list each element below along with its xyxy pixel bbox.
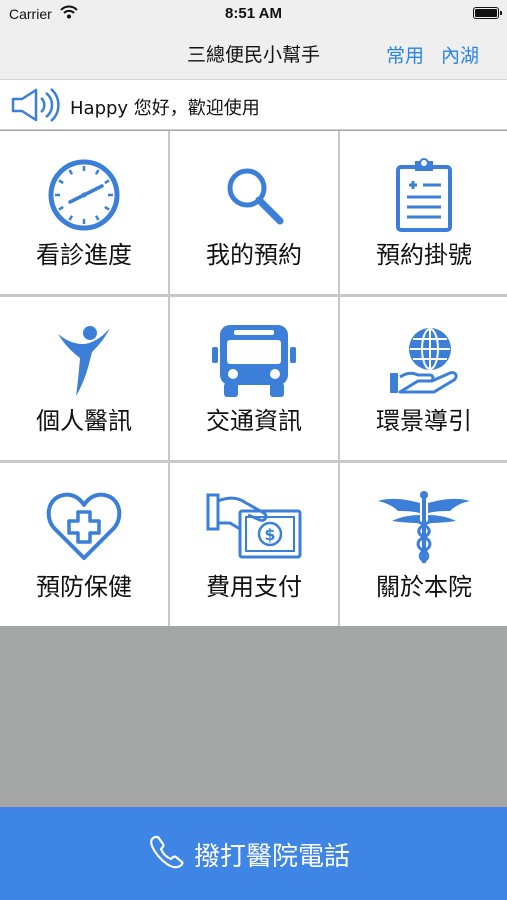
payment-icon: $ [206, 493, 302, 559]
clipboard-icon [396, 158, 452, 232]
menu-item-book-appointment[interactable]: 預約掛號 [340, 131, 507, 294]
phone-icon [150, 835, 184, 869]
menu-item-preventive-care[interactable]: 預防保健 [0, 463, 168, 626]
menu-item-label: 費用支付 [206, 573, 302, 601]
menu-item-panoramic-guide[interactable]: 環景導引 [340, 297, 507, 460]
menu-item-label: 環景導引 [376, 407, 472, 435]
announcement-bar: Happy 您好，歡迎使用 [0, 80, 507, 130]
menu-item-label: 我的預約 [206, 241, 302, 269]
svg-text:$: $ [264, 525, 275, 544]
menu-item-fee-payment[interactable]: $ 費用支付 [170, 463, 338, 626]
menu-item-clinic-progress[interactable]: 看診進度 [0, 131, 168, 294]
menu-item-label: 個人醫訊 [36, 407, 132, 435]
menu-item-label: 交通資訊 [206, 407, 302, 435]
menu-item-label: 看診進度 [36, 241, 132, 269]
status-bar: Carrier 8:51 AM [0, 0, 507, 28]
search-icon [227, 168, 284, 225]
globe-hand-icon [390, 328, 458, 394]
menu-item-about-hospital[interactable]: 關於本院 [340, 463, 507, 626]
clock-icon [48, 159, 120, 231]
navigation-bar: 三總便民小幫手 常用 內湖 [0, 28, 507, 80]
call-hospital-label: 撥打醫院電話 [194, 842, 351, 872]
menu-grid: 看診進度 我的預約 預約掛號 個人醫訊 交通資訊 環景導引 預防保健 $ 費用支… [0, 131, 507, 626]
page-title: 三總便民小幫手 [186, 44, 320, 66]
menu-item-label: 關於本院 [376, 573, 472, 601]
menu-item-my-appointments[interactable]: 我的預約 [170, 131, 338, 294]
neihu-branch-button[interactable]: 內湖 [441, 41, 479, 68]
clock-time: 8:51 AM [225, 5, 282, 22]
menu-item-transport-info[interactable]: 交通資訊 [170, 297, 338, 460]
person-icon [58, 326, 110, 396]
bus-icon [212, 325, 296, 397]
call-hospital-button[interactable]: 撥打醫院電話 [0, 807, 507, 900]
menu-item-label: 預約掛號 [376, 241, 472, 269]
battery-icon [473, 7, 502, 19]
heart-cross-icon [46, 492, 122, 560]
menu-item-personal-health-info[interactable]: 個人醫訊 [0, 297, 168, 460]
speaker-icon [11, 88, 60, 122]
welcome-message: Happy 您好，歡迎使用 [70, 98, 260, 119]
menu-item-label: 預防保健 [36, 573, 132, 601]
caduceus-icon [378, 491, 470, 563]
common-button[interactable]: 常用 [386, 41, 424, 68]
